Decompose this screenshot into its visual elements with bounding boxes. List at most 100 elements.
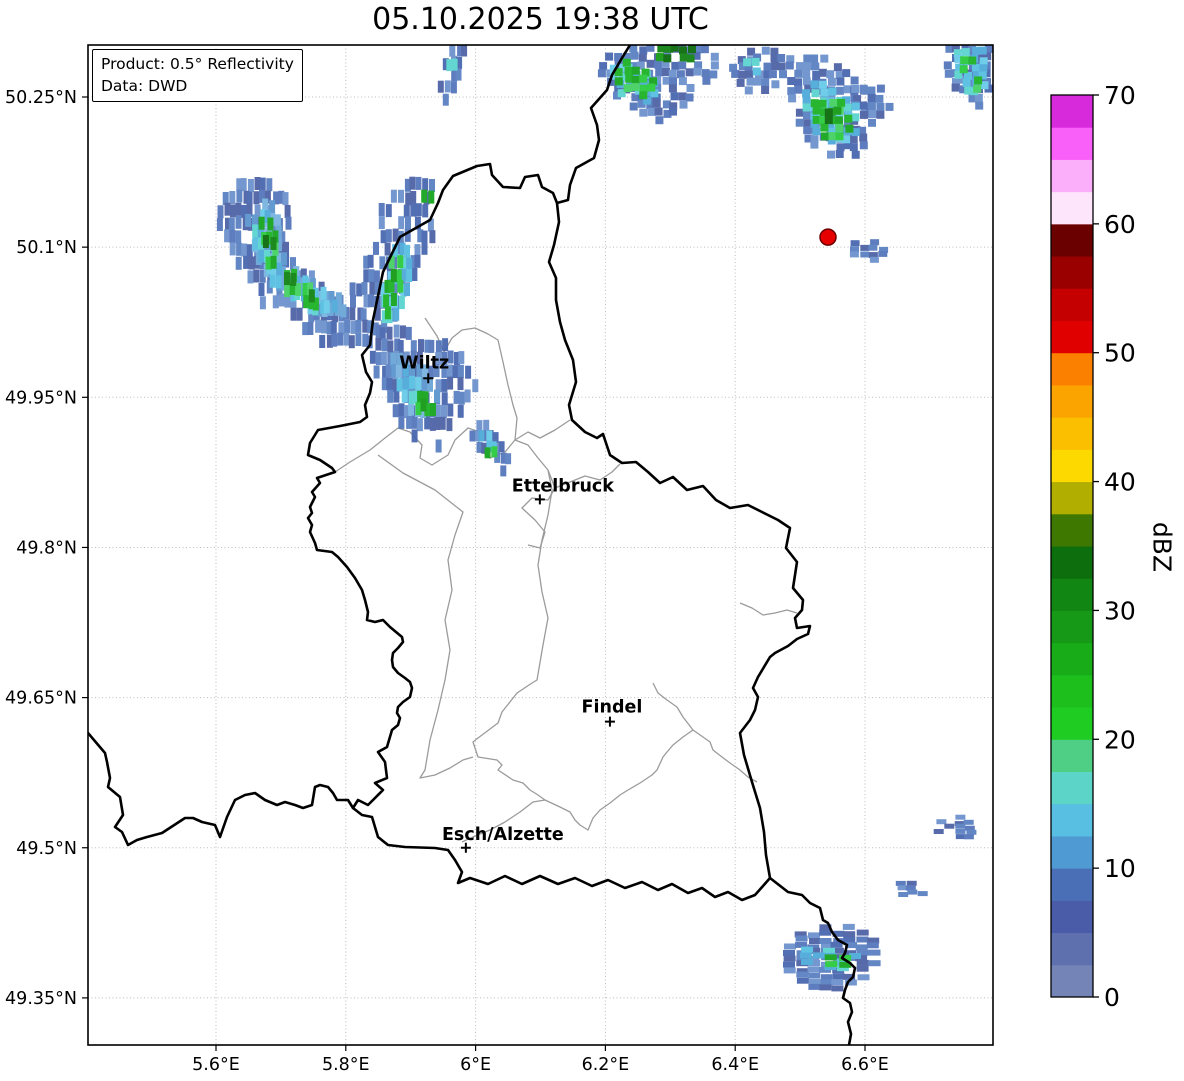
radar-cell	[810, 141, 818, 149]
colorbar-band	[1051, 482, 1093, 515]
radar-cell	[852, 151, 860, 159]
radar-cell	[960, 56, 968, 64]
radar-cell	[218, 205, 224, 218]
radar-cell	[907, 881, 917, 886]
radar-cell	[831, 979, 843, 985]
radar-cell	[836, 150, 844, 158]
radar-cell	[794, 78, 802, 86]
radar-cell	[857, 966, 869, 972]
colorbar-band	[1051, 933, 1093, 966]
radar-cell	[430, 403, 436, 416]
radar-cell	[851, 77, 859, 85]
radar-cell	[812, 89, 820, 97]
colorbar-band	[1051, 385, 1093, 418]
radar-cell	[833, 974, 845, 980]
radar-cell	[677, 70, 685, 78]
radar-cell	[230, 204, 236, 217]
radar-cell	[459, 392, 465, 405]
radar-cell	[860, 111, 868, 119]
radar-cell	[687, 84, 695, 92]
radar-cell	[391, 293, 397, 306]
radar-cell	[647, 108, 655, 116]
radar-cell	[429, 230, 435, 243]
data-source-line: Data: DWD	[101, 75, 294, 97]
radar-cell	[486, 430, 492, 441]
colorbar-tick-label: 60	[1104, 210, 1136, 239]
colorbar-band	[1051, 675, 1093, 708]
colorbar-band	[1051, 514, 1093, 547]
radar-cell	[952, 84, 960, 92]
radar-cell	[787, 87, 795, 95]
radar-cell	[321, 287, 327, 300]
radar-cell	[655, 108, 663, 116]
colorbar-band	[1051, 965, 1093, 998]
radar-cell	[808, 966, 820, 972]
radar-cell	[968, 57, 976, 65]
radar-cell	[253, 270, 259, 283]
radar-cell	[260, 296, 266, 309]
radar-cell	[499, 441, 505, 452]
radar-cell	[241, 178, 247, 191]
radar-cell	[382, 338, 388, 351]
radar-cell	[796, 62, 804, 70]
radar-cell	[383, 294, 389, 307]
radar-cell	[876, 111, 884, 119]
radar-cell	[960, 65, 968, 73]
radar-cell	[686, 94, 694, 102]
radar-cell	[680, 101, 688, 109]
radar-cell	[632, 67, 640, 75]
axis-tick-labels: 5.6°E5.8°E6°E6.2°E6.4°E6.6°E50.25°N50.1°…	[5, 88, 889, 1075]
city-marker-findel	[605, 717, 615, 727]
radar-cell	[811, 99, 819, 107]
radar-cell	[390, 353, 396, 366]
radar-cell	[803, 103, 811, 111]
radar-cell	[485, 447, 491, 458]
radar-cell	[639, 109, 647, 117]
radar-cell	[779, 70, 787, 78]
radar-cell	[259, 283, 265, 296]
radar-cell	[671, 92, 679, 100]
radar-cell	[434, 417, 440, 430]
radar-cell	[794, 86, 802, 94]
radar-cell	[632, 76, 640, 84]
radar-cell	[337, 333, 343, 346]
radar-cell	[803, 77, 811, 85]
radar-cell	[934, 829, 944, 834]
colorbar-band	[1051, 707, 1093, 740]
radar-cell	[483, 420, 489, 431]
radar-cell	[754, 78, 762, 86]
radar-cell	[655, 116, 663, 124]
radar-cell	[907, 890, 917, 895]
radar-cell	[663, 54, 671, 62]
radar-cell	[623, 59, 631, 67]
y-tick-label: 50.1°N	[16, 238, 77, 258]
radar-cell	[443, 94, 449, 106]
radar-cell	[860, 87, 868, 95]
radar-blob-top-center	[598, 44, 719, 125]
radar-cell	[693, 68, 701, 76]
internal-border-line	[515, 420, 570, 440]
colorbar-band	[1051, 288, 1093, 321]
y-tick-label: 49.65°N	[5, 689, 77, 709]
radar-cell	[422, 231, 428, 244]
radar-cell	[836, 124, 844, 132]
radar-cell	[368, 294, 374, 307]
radar-cell	[340, 305, 346, 318]
radar-cell	[856, 944, 868, 950]
radar-cell	[764, 63, 772, 71]
radar-cell	[711, 53, 719, 61]
radar-cell	[387, 390, 393, 403]
radar-cell	[405, 216, 411, 229]
radar-cell	[386, 204, 392, 217]
city-label: Ettelbruck	[512, 476, 615, 496]
radar-cell	[403, 377, 409, 390]
radar-cell	[406, 416, 412, 429]
radar-cell	[679, 92, 687, 100]
map-plot-area: WiltzEttelbruckFindelEsch/Alzette	[88, 44, 993, 1045]
radar-cell	[745, 71, 753, 79]
radar-cell	[802, 89, 810, 97]
radar-cell	[428, 191, 434, 204]
radar-cell	[458, 365, 464, 378]
radar-cell	[421, 399, 427, 412]
radar-cell	[315, 320, 321, 333]
